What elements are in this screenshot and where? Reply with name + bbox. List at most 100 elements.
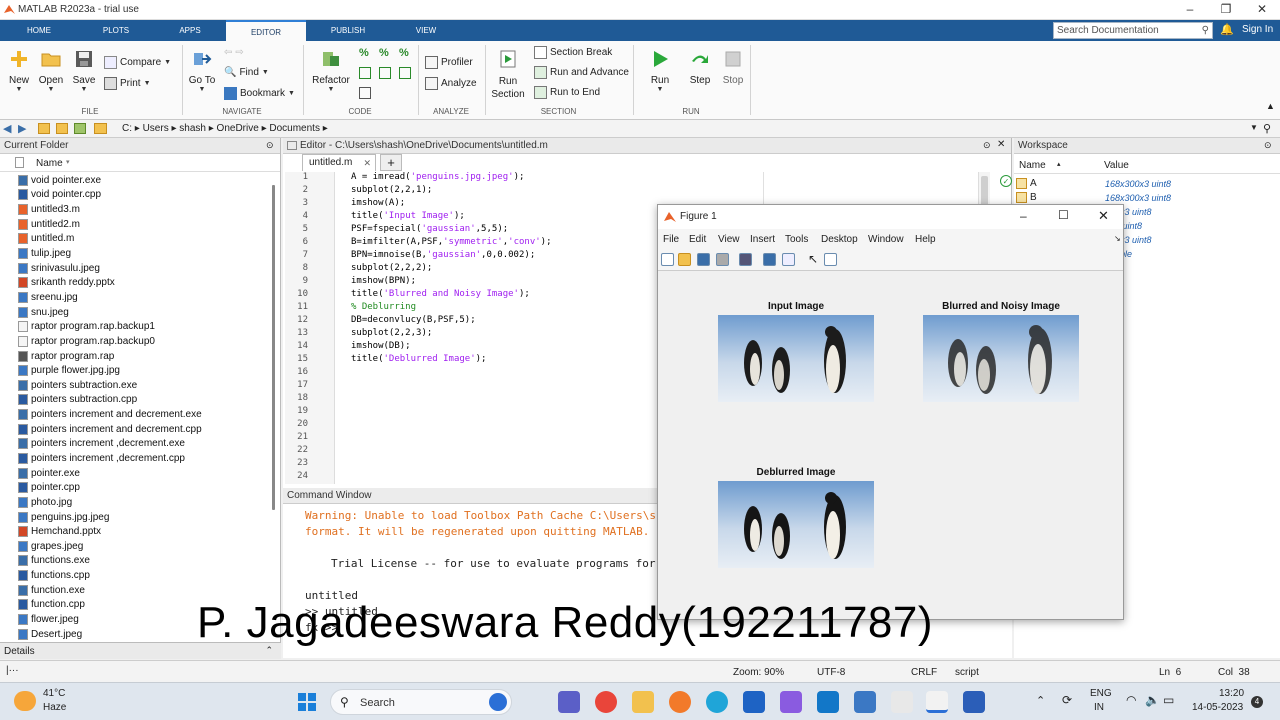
- matlab-taskbar-icon[interactable]: [926, 691, 948, 713]
- editor-menu-icon[interactable]: ⊙: [983, 140, 991, 151]
- file-row[interactable]: Hemchand.pptx: [0, 524, 270, 539]
- tab-plots[interactable]: PLOTS: [78, 20, 154, 41]
- file-row[interactable]: pointers subtraction.exe: [0, 378, 270, 393]
- deblurred-image-penguins[interactable]: [718, 481, 874, 568]
- code-line[interactable]: A = imread('penguins.jpg.jpeg');: [351, 172, 781, 185]
- sign-in-link[interactable]: Sign In: [1242, 24, 1273, 35]
- file-row[interactable]: grapes.jpeg: [0, 539, 270, 554]
- fig-menu-desktop[interactable]: Desktop: [821, 234, 858, 245]
- run-section-button[interactable]: Run Section: [490, 49, 526, 101]
- code-line[interactable]: subplot(2,2,1);: [351, 185, 781, 198]
- stop-button[interactable]: Stop: [718, 49, 748, 86]
- back-forward-arrows[interactable]: ⇦ ⇨: [224, 47, 244, 58]
- tab-publish[interactable]: PUBLISH: [306, 20, 390, 41]
- ws-value-column[interactable]: Value: [1104, 160, 1129, 171]
- fig-menu-edit[interactable]: Edit: [689, 234, 706, 245]
- fig-menu-window[interactable]: Window: [868, 234, 904, 245]
- tab-view[interactable]: VIEW: [390, 20, 462, 41]
- fig-link-icon[interactable]: [739, 253, 752, 266]
- file-row[interactable]: functions.exe: [0, 554, 270, 569]
- file-row[interactable]: raptor program.rap.backup1: [0, 319, 270, 334]
- breadcrumb-onedrive[interactable]: OneDrive: [217, 123, 259, 134]
- ws-name-column[interactable]: Name: [1019, 160, 1046, 171]
- language-in[interactable]: IN: [1094, 702, 1104, 713]
- chrome-icon[interactable]: [595, 691, 617, 713]
- fig-menu-insert[interactable]: Insert: [750, 234, 775, 245]
- back-nav-icon[interactable]: ◀: [3, 122, 11, 135]
- file-row[interactable]: void pointer.cpp: [0, 188, 270, 203]
- firefox-icon[interactable]: [669, 691, 691, 713]
- tab-home[interactable]: HOME: [0, 20, 78, 41]
- tab-editor[interactable]: EDITOR: [226, 20, 306, 41]
- bookmark-button[interactable]: Bookmark ▼: [224, 87, 295, 100]
- run-advance-button[interactable]: Run and Advance: [534, 66, 629, 79]
- wrap-comment-icon[interactable]: %: [399, 47, 409, 59]
- file-row[interactable]: penguins.jpg.jpeg: [0, 510, 270, 525]
- file-row[interactable]: snu.jpeg: [0, 305, 270, 320]
- decrease-indent-icon[interactable]: [399, 67, 411, 79]
- file-row[interactable]: untitled3.m: [0, 202, 270, 217]
- code-analyzer-ok-icon[interactable]: ✓: [1000, 175, 1012, 187]
- file-row[interactable]: tulip.jpeg: [0, 246, 270, 261]
- file-explorer-icon[interactable]: [632, 691, 654, 713]
- workspace-column-header[interactable]: Name ▴ Value: [1014, 156, 1280, 174]
- forward-nav-icon[interactable]: ▶: [18, 122, 26, 135]
- fig-menu-tools[interactable]: Tools: [785, 234, 808, 245]
- taskbar-search-box[interactable]: ⚲ Search: [330, 689, 512, 715]
- find-button[interactable]: 🔍 Find ▼: [224, 67, 269, 78]
- fig-open-icon[interactable]: [678, 253, 691, 266]
- pane-menu-icon[interactable]: ⊙: [266, 140, 274, 151]
- smart-indent-icon[interactable]: [359, 67, 371, 79]
- format-code-icon[interactable]: [359, 87, 371, 99]
- breadcrumb-users[interactable]: Users: [143, 123, 169, 134]
- store-icon[interactable]: [817, 691, 839, 713]
- language-eng[interactable]: ENG: [1090, 688, 1112, 699]
- fig-legend-icon[interactable]: [782, 253, 795, 266]
- search-documentation-input[interactable]: Search Documentation ⚲: [1053, 22, 1213, 39]
- uncomment-icon[interactable]: %: [379, 47, 389, 59]
- minimize-button[interactable]: –: [1172, 2, 1208, 16]
- file-row[interactable]: pointers subtraction.cpp: [0, 393, 270, 408]
- battery-icon[interactable]: ▭: [1163, 693, 1174, 707]
- tray-chevron-icon[interactable]: ⌃: [1036, 694, 1045, 707]
- file-row[interactable]: untitled2.m: [0, 217, 270, 232]
- restore-button[interactable]: ❐: [1208, 2, 1244, 16]
- fig-pointer-icon[interactable]: ↖: [808, 252, 818, 266]
- blurred-noisy-image-penguins[interactable]: [923, 315, 1079, 402]
- print-button[interactable]: Print ▼: [104, 77, 151, 90]
- figure-close-button[interactable]: ✕: [1098, 208, 1109, 224]
- wifi-icon[interactable]: ◠: [1126, 693, 1136, 707]
- name-column-label[interactable]: Name: [36, 158, 63, 169]
- raptor-icon[interactable]: [891, 691, 913, 713]
- photos-icon[interactable]: [854, 691, 876, 713]
- comment-percent-icon[interactable]: %: [359, 47, 369, 59]
- weather-haze-icon[interactable]: [14, 691, 36, 711]
- file-row[interactable]: raptor program.rap: [0, 349, 270, 364]
- new-button[interactable]: New ▼: [6, 49, 32, 93]
- notification-bell-icon[interactable]: 🔔: [1220, 23, 1234, 36]
- edge-icon[interactable]: [706, 691, 728, 713]
- search-path-icon[interactable]: ⚲: [1263, 122, 1271, 135]
- file-row[interactable]: untitled.m: [0, 232, 270, 247]
- workspace-var-name[interactable]: B: [1016, 192, 1037, 203]
- file-row[interactable]: srikanth reddy.pptx: [0, 275, 270, 290]
- word-icon[interactable]: [963, 691, 985, 713]
- column-header[interactable]: Name ▾: [0, 154, 280, 172]
- figure-title-bar[interactable]: Figure 1 – ☐ ✕: [658, 205, 1123, 229]
- fig-menu-file[interactable]: File: [663, 234, 679, 245]
- defender-icon[interactable]: [743, 691, 765, 713]
- editor-close-icon[interactable]: ✕: [997, 139, 1005, 150]
- step-button[interactable]: Step: [685, 49, 715, 86]
- figure-minimize-button[interactable]: –: [1020, 209, 1027, 223]
- notification-badge[interactable]: 4: [1251, 696, 1263, 708]
- clock-time[interactable]: 13:20: [1219, 688, 1244, 699]
- file-row[interactable]: purple flower.jpg.jpg: [0, 363, 270, 378]
- tray-network-activity-icon[interactable]: ⟳: [1062, 693, 1072, 707]
- path-breadcrumb[interactable]: C: ▸ Users ▸ shash ▸ OneDrive ▸ Document…: [122, 123, 328, 134]
- folder-scrollbar[interactable]: [272, 185, 275, 510]
- path-dropdown-icon[interactable]: ▼: [1250, 123, 1258, 132]
- collapse-toolstrip-icon[interactable]: ▲: [1266, 101, 1275, 111]
- volume-icon[interactable]: 🔈: [1145, 693, 1160, 707]
- search-folder-icon[interactable]: [74, 123, 86, 134]
- close-tab-icon[interactable]: ✕: [363, 155, 371, 171]
